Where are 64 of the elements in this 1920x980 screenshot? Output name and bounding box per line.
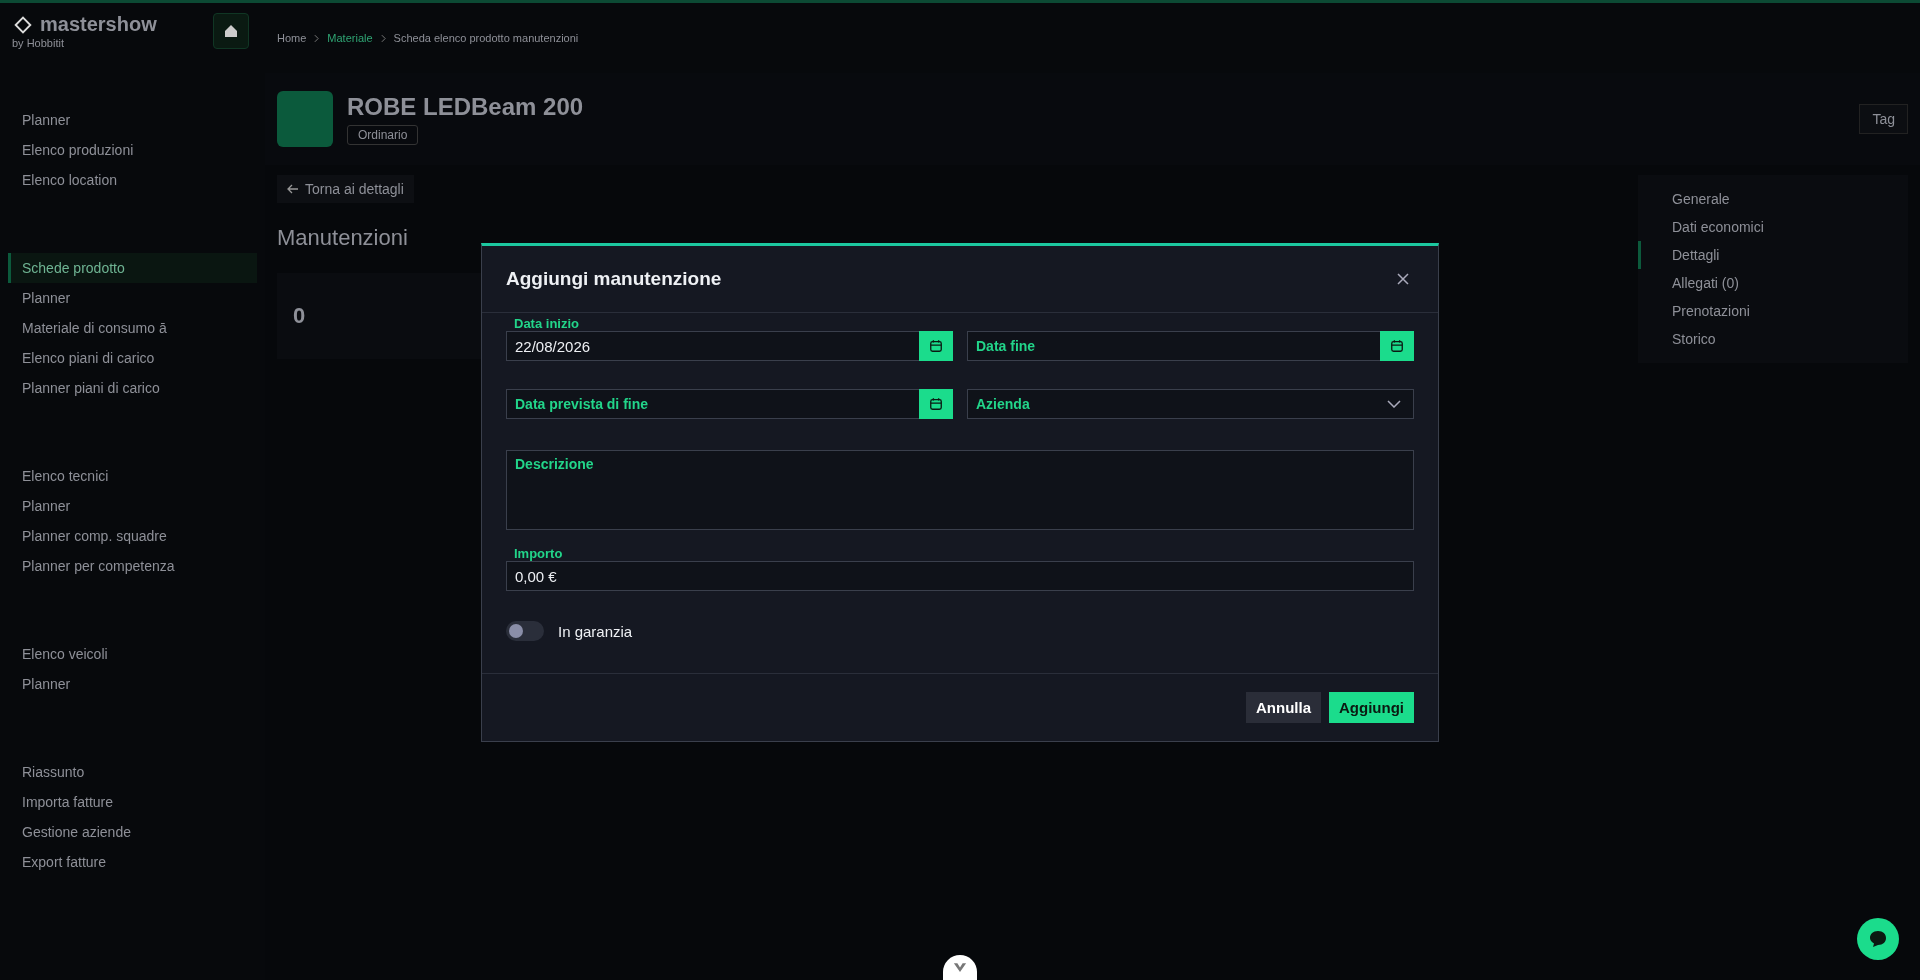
sidebar-item[interactable]: Importa fatture [0,787,265,817]
calendar-button[interactable] [919,389,953,419]
breadcrumb-link[interactable]: Home [277,32,307,44]
calendar-icon [929,397,943,411]
stat-value: 0 [293,303,306,328]
calendar-icon [929,339,943,353]
sidebar-item[interactable]: Elenco piani di carico [0,343,265,373]
back-button[interactable]: Torna ai dettagli [277,175,414,203]
modal-title: Aggiungi manutenzione [506,268,722,290]
sidebar-item[interactable]: Elenco veicoli [0,639,265,669]
calendar-button[interactable] [919,331,953,361]
side-nav-item[interactable]: Allegati (0) [1638,269,1908,297]
sidebar-item[interactable]: Elenco tecnici [0,461,265,491]
logo-tab-icon[interactable] [943,955,977,980]
tag-button[interactable]: Tag [1859,104,1908,134]
calendar-icon [1390,339,1404,353]
sidebar-item[interactable]: Riassunto [0,757,265,787]
close-icon [1396,272,1410,286]
home-icon [223,23,239,39]
chevron-down-icon [1387,400,1401,408]
product-name: ROBE LEDBeam 200 [347,93,584,121]
sidebar-item[interactable]: Elenco produzioni [0,135,265,165]
side-nav-item[interactable]: Dettagli [1638,241,1908,269]
sidebar-item[interactable]: Planner [0,669,265,699]
calendar-button[interactable] [1380,331,1414,361]
input-field[interactable]: Data fine [967,331,1414,361]
add-button[interactable]: Aggiungi [1329,692,1414,723]
arrow-left-icon [287,184,299,194]
sidebar-item[interactable]: Planner comp. squadre [0,521,265,551]
sidebar-item[interactable]: Elenco location [0,165,265,195]
input-field[interactable]: Data prevista di fine [506,389,953,419]
input-field[interactable]: 0,00 € [506,561,1414,591]
input-field[interactable]: 22/08/2026 [506,331,953,361]
sidebar-item[interactable]: Planner per competenza [0,551,265,581]
sidebar-item[interactable]: Planner [0,105,265,135]
sidebar-item[interactable]: Export fatture [0,847,265,877]
sidebar-item[interactable]: Schede prodotto [8,253,257,283]
field-label: Data inizio [513,315,580,331]
side-nav-item[interactable]: Prenotazioni [1638,297,1908,325]
sidebar-item[interactable]: Planner [0,491,265,521]
chevron-right-icon [314,33,320,43]
sidebar-item[interactable]: Materiale di consumo ā [0,313,265,343]
breadcrumb-link[interactable]: Scheda elenco prodotto manutenzioni [393,32,579,44]
field-label: Importo [513,545,564,561]
toggle-switch[interactable] [506,621,544,641]
sidebar-item[interactable]: Planner piani di carico [0,373,265,403]
sidebar-item[interactable]: Gestione aziende [0,817,265,847]
side-nav-item[interactable]: Storico [1638,325,1908,353]
breadcrumb-link[interactable]: Materiale [327,32,373,44]
home-button[interactable] [213,13,249,49]
section-title: Manutenzioni [277,225,408,251]
brand-subtitle: by Hobbitit [12,36,65,49]
chat-button[interactable] [1857,918,1899,960]
cancel-button[interactable]: Annulla [1246,692,1321,723]
side-nav-item[interactable]: Generale [1638,185,1908,213]
input-field[interactable]: Descrizione [506,450,1414,530]
input-field[interactable]: Azienda [967,389,1414,419]
sidebar-item[interactable]: Planner [0,283,265,313]
side-nav-item[interactable]: Dati economici [1638,213,1908,241]
brand-name: mastershow [40,13,157,37]
toggle-label: In garanzia [558,622,633,640]
product-image [277,91,333,147]
product-tag: Ordinario [347,125,419,145]
chevron-right-icon [380,33,386,43]
